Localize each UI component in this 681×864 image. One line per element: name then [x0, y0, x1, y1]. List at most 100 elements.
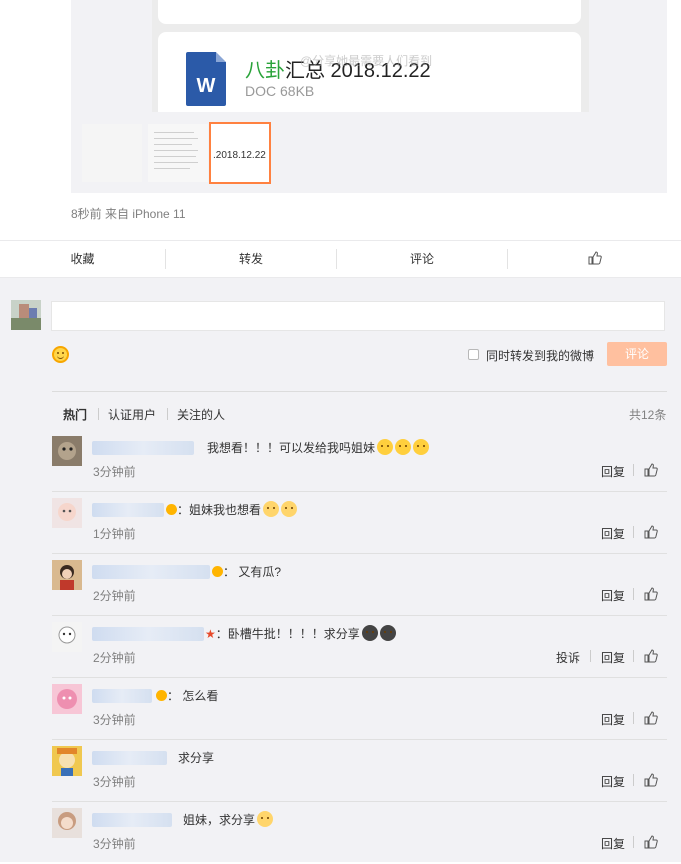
- comment-row: ★：卧槽牛批！！！！求分享 2分钟前 投诉 回复: [52, 616, 667, 678]
- comment-text: ★：卧槽牛批！！！！求分享: [205, 625, 396, 642]
- username-blurred[interactable]: [92, 503, 164, 517]
- file-title-highlight: 八卦: [245, 60, 285, 82]
- thumbs-up-icon[interactable]: [644, 649, 658, 663]
- username-blurred[interactable]: [92, 627, 204, 641]
- reply-button[interactable]: 回复: [601, 835, 625, 852]
- star-badge-icon: ★: [205, 627, 216, 641]
- comment-text: ： 怎么看: [156, 687, 218, 704]
- avatar[interactable]: [52, 436, 82, 466]
- emoji-icon: [379, 625, 396, 641]
- divider: [167, 408, 168, 420]
- comment-text: ： 又有瓜?: [212, 563, 281, 580]
- username-blurred[interactable]: [92, 441, 194, 455]
- comment-time: 3分钟前: [93, 713, 136, 727]
- comment-text: 我想看！！！可以发给我吗姐妹: [207, 439, 430, 456]
- comment-time: 2分钟前: [93, 651, 136, 665]
- emoji-icon: [413, 439, 430, 455]
- comment-text: ：姐妹我也想看: [166, 501, 298, 518]
- smile-icon[interactable]: [52, 346, 69, 363]
- comment-input[interactable]: [51, 301, 665, 331]
- vip-badge-icon: [156, 690, 167, 701]
- forward-button[interactable]: 转发: [166, 241, 336, 277]
- avatar[interactable]: [52, 746, 82, 776]
- comment-row: ： 怎么看 3分钟前 回复: [52, 678, 667, 740]
- comment-row: 我想看！！！可以发给我吗姐妹 3分钟前 回复: [52, 430, 667, 492]
- thumbs-up-icon[interactable]: [644, 711, 658, 725]
- report-button[interactable]: 投诉: [556, 649, 580, 666]
- thumbs-up-icon[interactable]: [644, 525, 658, 539]
- cat-emoji-icon: [257, 811, 274, 827]
- comment-row: 求分享 3分钟前 回复: [52, 740, 667, 802]
- username-blurred[interactable]: [92, 689, 152, 703]
- avatar[interactable]: [52, 808, 82, 838]
- comment-row: ： 又有瓜? 2分钟前 回复: [52, 554, 667, 616]
- emoji-icon: [361, 625, 378, 641]
- reply-button[interactable]: 回复: [601, 649, 625, 666]
- word-doc-icon: W: [186, 52, 226, 106]
- reply-button[interactable]: 回复: [601, 711, 625, 728]
- divider: [52, 391, 667, 392]
- thumbs-up-icon[interactable]: [644, 835, 658, 849]
- reply-button[interactable]: 回复: [601, 773, 625, 790]
- comment-row: ：姐妹我也想看 1分钟前 回复: [52, 492, 667, 554]
- avatar[interactable]: [52, 560, 82, 590]
- reply-button[interactable]: 回复: [601, 525, 625, 542]
- username-blurred[interactable]: [92, 751, 167, 765]
- submit-comment-button[interactable]: 评论: [607, 342, 667, 366]
- favorite-button[interactable]: 收藏: [0, 241, 165, 277]
- watermark: @分享她最需要人们看到: [300, 54, 433, 68]
- thumbs-up-icon[interactable]: [644, 773, 658, 787]
- username-blurred[interactable]: [92, 565, 210, 579]
- thumbnail-1[interactable]: [82, 124, 142, 182]
- thumbnail-2[interactable]: [148, 124, 208, 182]
- divider: [633, 464, 634, 476]
- post-time-source: 8秒前 来自 iPhone 11: [71, 207, 186, 221]
- forward-label[interactable]: 同时转发到我的微博: [486, 347, 594, 364]
- divider: [633, 836, 634, 848]
- comment-text: 姐妹，求分享: [183, 811, 274, 828]
- forward-checkbox[interactable]: [468, 349, 479, 360]
- file-meta: DOC 68KB: [245, 83, 315, 99]
- comment-button[interactable]: 评论: [337, 241, 507, 277]
- thumbnail-text: .2018.12.22: [213, 150, 266, 161]
- thumbnail-3-selected[interactable]: .2018.12.22: [209, 122, 271, 184]
- my-avatar: [11, 300, 41, 330]
- tab-hot[interactable]: 热门: [63, 406, 87, 423]
- avatar[interactable]: [52, 622, 82, 652]
- username-blurred[interactable]: [92, 813, 172, 827]
- action-bar: 收藏 转发 评论: [0, 240, 681, 278]
- divider: [633, 712, 634, 724]
- tab-verified[interactable]: 认证用户: [108, 406, 156, 423]
- cat-emoji-icon: [263, 501, 280, 517]
- divider: [633, 588, 634, 600]
- avatar[interactable]: [52, 498, 82, 528]
- avatar[interactable]: [52, 684, 82, 714]
- vip-badge-icon: [166, 504, 177, 515]
- post-media-section: W 八卦汇总 2018.12.22 DOC 68KB @分享她最需要人们看到 .…: [0, 0, 681, 240]
- comment-row: 姐妹，求分享 3分钟前 回复: [52, 802, 667, 864]
- comment-time: 3分钟前: [93, 775, 136, 789]
- vip-badge-icon: [212, 566, 223, 577]
- reply-button[interactable]: 回复: [601, 463, 625, 480]
- comment-time: 3分钟前: [93, 465, 136, 479]
- emoji-icon: [377, 439, 394, 455]
- divider: [590, 650, 591, 662]
- comment-time: 1分钟前: [93, 527, 136, 541]
- divider: [633, 650, 634, 662]
- previous-card: [158, 0, 581, 24]
- divider: [633, 526, 634, 538]
- tab-following[interactable]: 关注的人: [177, 406, 225, 423]
- divider: [633, 774, 634, 786]
- thumbs-up-icon[interactable]: [644, 587, 658, 601]
- comment-time: 2分钟前: [93, 589, 136, 603]
- thumbs-up-icon: [588, 251, 602, 265]
- comment-time: 3分钟前: [93, 837, 136, 851]
- thumbs-up-icon[interactable]: [644, 463, 658, 477]
- divider: [98, 408, 99, 420]
- comment-count: 共12条: [629, 408, 667, 422]
- emoji-icon: [395, 439, 412, 455]
- comment-text: 求分享: [178, 751, 215, 765]
- like-button[interactable]: [508, 241, 681, 277]
- cat-emoji-icon: [281, 501, 298, 517]
- reply-button[interactable]: 回复: [601, 587, 625, 604]
